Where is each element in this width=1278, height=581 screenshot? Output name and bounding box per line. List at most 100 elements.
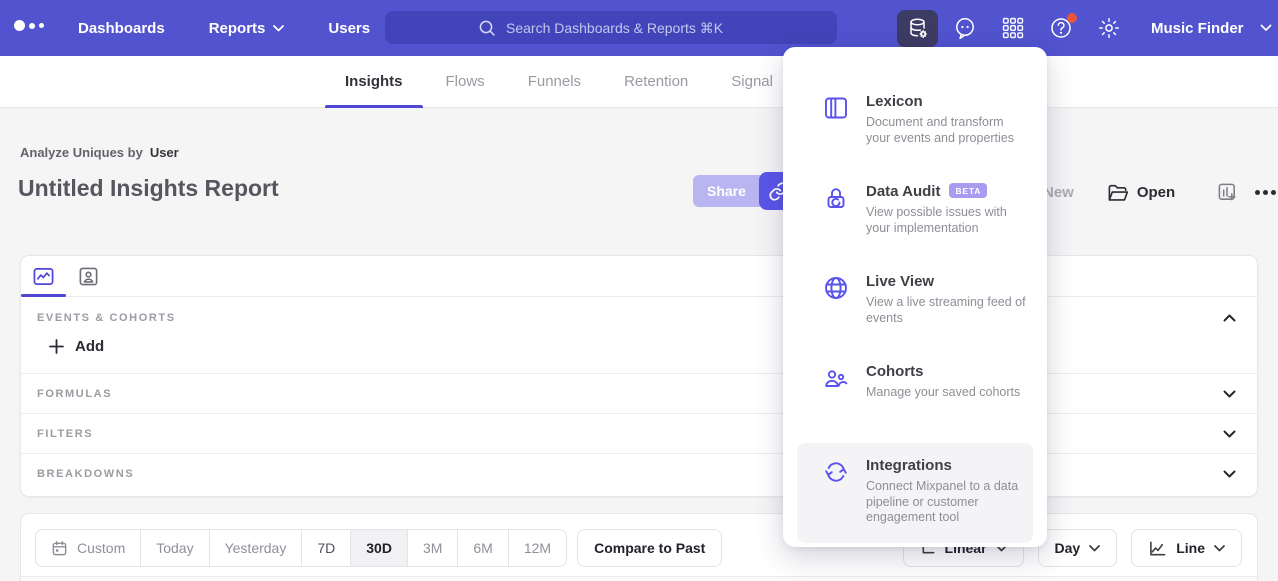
search-icon	[478, 19, 496, 37]
builder-mode-tabs	[21, 256, 1257, 297]
mixpanel-logo-icon[interactable]	[14, 20, 44, 31]
data-management-button[interactable]	[897, 10, 938, 47]
search-input[interactable]	[506, 20, 744, 36]
range-custom[interactable]: Custom	[36, 530, 140, 566]
data-management-menu: Lexicon Document and transform your even…	[783, 47, 1047, 547]
breakdowns-section-row[interactable]: BREAKDOWNS	[21, 453, 1257, 493]
nav-dashboards[interactable]: Dashboards	[78, 20, 165, 37]
analyze-prefix: Analyze Uniques by	[20, 145, 143, 160]
add-to-board-button[interactable]	[1217, 182, 1238, 203]
add-label: Add	[75, 338, 104, 355]
expand-section-button[interactable]	[1219, 426, 1239, 442]
interval-label: Day	[1055, 540, 1081, 556]
expand-section-button[interactable]	[1219, 466, 1239, 482]
chart-mode-icon	[32, 266, 55, 287]
expand-section-button[interactable]	[1219, 386, 1239, 402]
range-3m[interactable]: 3M	[407, 530, 457, 566]
header-actions: New Open	[1043, 174, 1276, 210]
apps-button[interactable]	[1001, 16, 1025, 40]
query-builder-card: EVENTS & COHORTS Add FORMULAS FILTERS BR…	[20, 255, 1258, 497]
range-custom-label: Custom	[77, 540, 125, 556]
range-7d[interactable]: 7D	[301, 530, 350, 566]
analyze-summary: Analyze Uniques by User	[20, 145, 179, 160]
chevron-down-icon	[273, 25, 284, 32]
filters-label: FILTERS	[37, 428, 93, 440]
chevron-down-icon	[1089, 545, 1100, 552]
nav-dashboards-label: Dashboards	[78, 20, 165, 37]
chevron-down-icon	[1223, 430, 1236, 438]
lexicon-icon	[823, 95, 849, 121]
top-navigation-bar: Dashboards Reports Users	[0, 0, 1278, 56]
share-button[interactable]: Share	[693, 175, 760, 207]
range-12m[interactable]: 12M	[508, 530, 566, 566]
formulas-section-row[interactable]: FORMULAS	[21, 373, 1257, 413]
chart-type-label: Line	[1176, 540, 1205, 556]
menu-item-desc: View possible issues with your implement…	[866, 205, 1033, 236]
menu-item-data-audit[interactable]: Data AuditBETA View possible issues with…	[783, 173, 1047, 263]
range-today[interactable]: Today	[140, 530, 208, 566]
page-title[interactable]: Untitled Insights Report	[18, 175, 279, 202]
report-tab-bar: Insights Flows Funnels Retention Signal …	[0, 56, 1278, 108]
chart-area-divider	[21, 576, 1257, 581]
speech-bubble-icon	[953, 16, 977, 40]
settings-button[interactable]	[1097, 16, 1121, 40]
range-6m[interactable]: 6M	[457, 530, 507, 566]
nav-users-label: Users	[328, 20, 370, 37]
tab-retention[interactable]: Retention	[604, 56, 708, 108]
menu-item-cohorts[interactable]: Cohorts Manage your saved cohorts	[783, 353, 1047, 443]
nav-reports[interactable]: Reports	[209, 20, 285, 37]
events-cohorts-section: EVENTS & COHORTS Add	[21, 297, 1257, 373]
tab-insights[interactable]: Insights	[325, 56, 423, 108]
project-selector[interactable]: Music Finder	[1151, 0, 1272, 56]
add-event-button[interactable]: Add	[49, 338, 104, 355]
nav-users[interactable]: Users	[328, 20, 370, 37]
collapse-section-button[interactable]	[1219, 310, 1239, 326]
filters-section-row[interactable]: FILTERS	[21, 413, 1257, 453]
open-report-button[interactable]: Open	[1107, 183, 1175, 202]
menu-item-live-view[interactable]: Live View View a live streaming feed of …	[783, 263, 1047, 353]
menu-item-integrations[interactable]: Integrations Connect Mixpanel to a data …	[797, 443, 1033, 543]
user-mode-icon	[78, 266, 99, 287]
range-30d[interactable]: 30D	[350, 530, 407, 566]
chevron-down-icon	[1223, 470, 1236, 478]
chevron-down-icon	[1223, 390, 1236, 398]
tab-signal[interactable]: Signal	[711, 56, 793, 108]
tab-users-mode[interactable]	[66, 256, 111, 296]
project-name: Music Finder	[1151, 20, 1244, 37]
chevron-up-icon	[1223, 314, 1236, 322]
chart-controls-card: Custom Today Yesterday 7D 30D 3M 6M 12M …	[20, 513, 1258, 581]
help-button[interactable]	[1049, 16, 1073, 40]
database-gear-icon	[907, 17, 929, 40]
plus-icon	[49, 339, 64, 354]
menu-item-title: Integrations	[866, 457, 1019, 474]
tab-events-mode[interactable]	[21, 256, 66, 296]
analyze-value[interactable]: User	[150, 145, 179, 160]
menu-item-desc: View a live streaming feed of events	[866, 295, 1033, 326]
menu-item-lexicon[interactable]: Lexicon Document and transform your even…	[783, 83, 1047, 173]
menu-item-desc: Manage your saved cohorts	[866, 385, 1020, 401]
interval-dropdown[interactable]: Day	[1038, 529, 1118, 567]
range-yesterday[interactable]: Yesterday	[209, 530, 302, 566]
menu-item-desc: Document and transform your events and p…	[866, 115, 1018, 146]
formulas-label: FORMULAS	[37, 388, 112, 400]
cohorts-icon	[823, 365, 849, 391]
tab-funnels[interactable]: Funnels	[508, 56, 601, 108]
events-cohorts-label: EVENTS & COHORTS	[37, 312, 176, 324]
tab-flows[interactable]: Flows	[426, 56, 505, 108]
grid-apps-icon	[1001, 16, 1025, 40]
menu-item-title: Live View	[866, 273, 1033, 290]
global-search[interactable]	[385, 11, 837, 44]
more-options-button[interactable]	[1255, 190, 1276, 195]
calendar-icon	[51, 540, 68, 557]
folder-open-icon	[1107, 183, 1128, 202]
open-label: Open	[1137, 184, 1175, 201]
menu-item-title: Data AuditBETA	[866, 183, 1033, 200]
date-range-segmented-control: Custom Today Yesterday 7D 30D 3M 6M 12M	[35, 529, 567, 567]
compare-to-past-button[interactable]: Compare to Past	[577, 529, 722, 567]
live-view-icon	[823, 275, 849, 301]
chart-type-dropdown[interactable]: Line	[1131, 529, 1242, 567]
chevron-down-icon	[1260, 24, 1272, 32]
new-report-button[interactable]: New	[1043, 184, 1074, 201]
feedback-button[interactable]	[953, 16, 977, 40]
data-audit-icon	[823, 185, 849, 211]
